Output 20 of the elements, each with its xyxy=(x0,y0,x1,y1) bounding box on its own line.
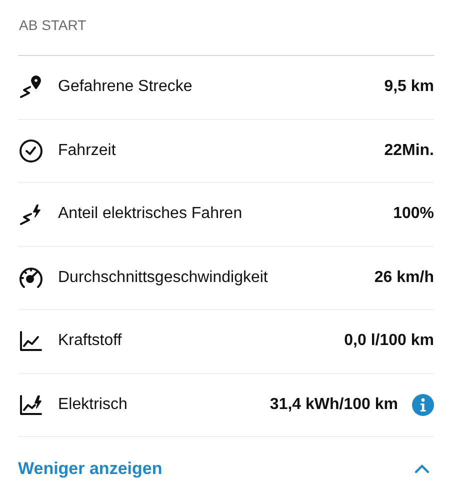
stat-value: 26 km/h xyxy=(374,268,434,288)
stat-label: Fahrzeit xyxy=(58,140,117,161)
section-title: AB START xyxy=(19,16,86,36)
stat-label: Kraftstoff xyxy=(58,331,123,352)
stat-label: Elektrisch xyxy=(58,394,128,415)
route-pin-icon xyxy=(18,74,44,100)
show-less-label: Weniger anzeigen xyxy=(18,458,162,480)
stat-value: 31,4 kWh/100 km xyxy=(270,394,398,415)
speedometer-icon xyxy=(18,264,44,291)
show-less-button[interactable]: Weniger anzeigen xyxy=(18,437,434,500)
stat-value: 9,5 km xyxy=(384,77,434,98)
stat-label: Durchschnittsgeschwindigkeit xyxy=(58,268,269,288)
stat-value: 22Min. xyxy=(384,140,434,161)
stat-label: Gefahrene Strecke xyxy=(58,77,194,98)
info-icon[interactable] xyxy=(412,394,434,416)
clock-icon xyxy=(18,138,44,164)
stat-value: 100% xyxy=(393,204,434,224)
stat-value: 0,0 l/100 km xyxy=(344,331,434,352)
chevron-icon xyxy=(414,464,430,474)
stat-label: Anteil elektrisches Fahren xyxy=(58,204,244,224)
